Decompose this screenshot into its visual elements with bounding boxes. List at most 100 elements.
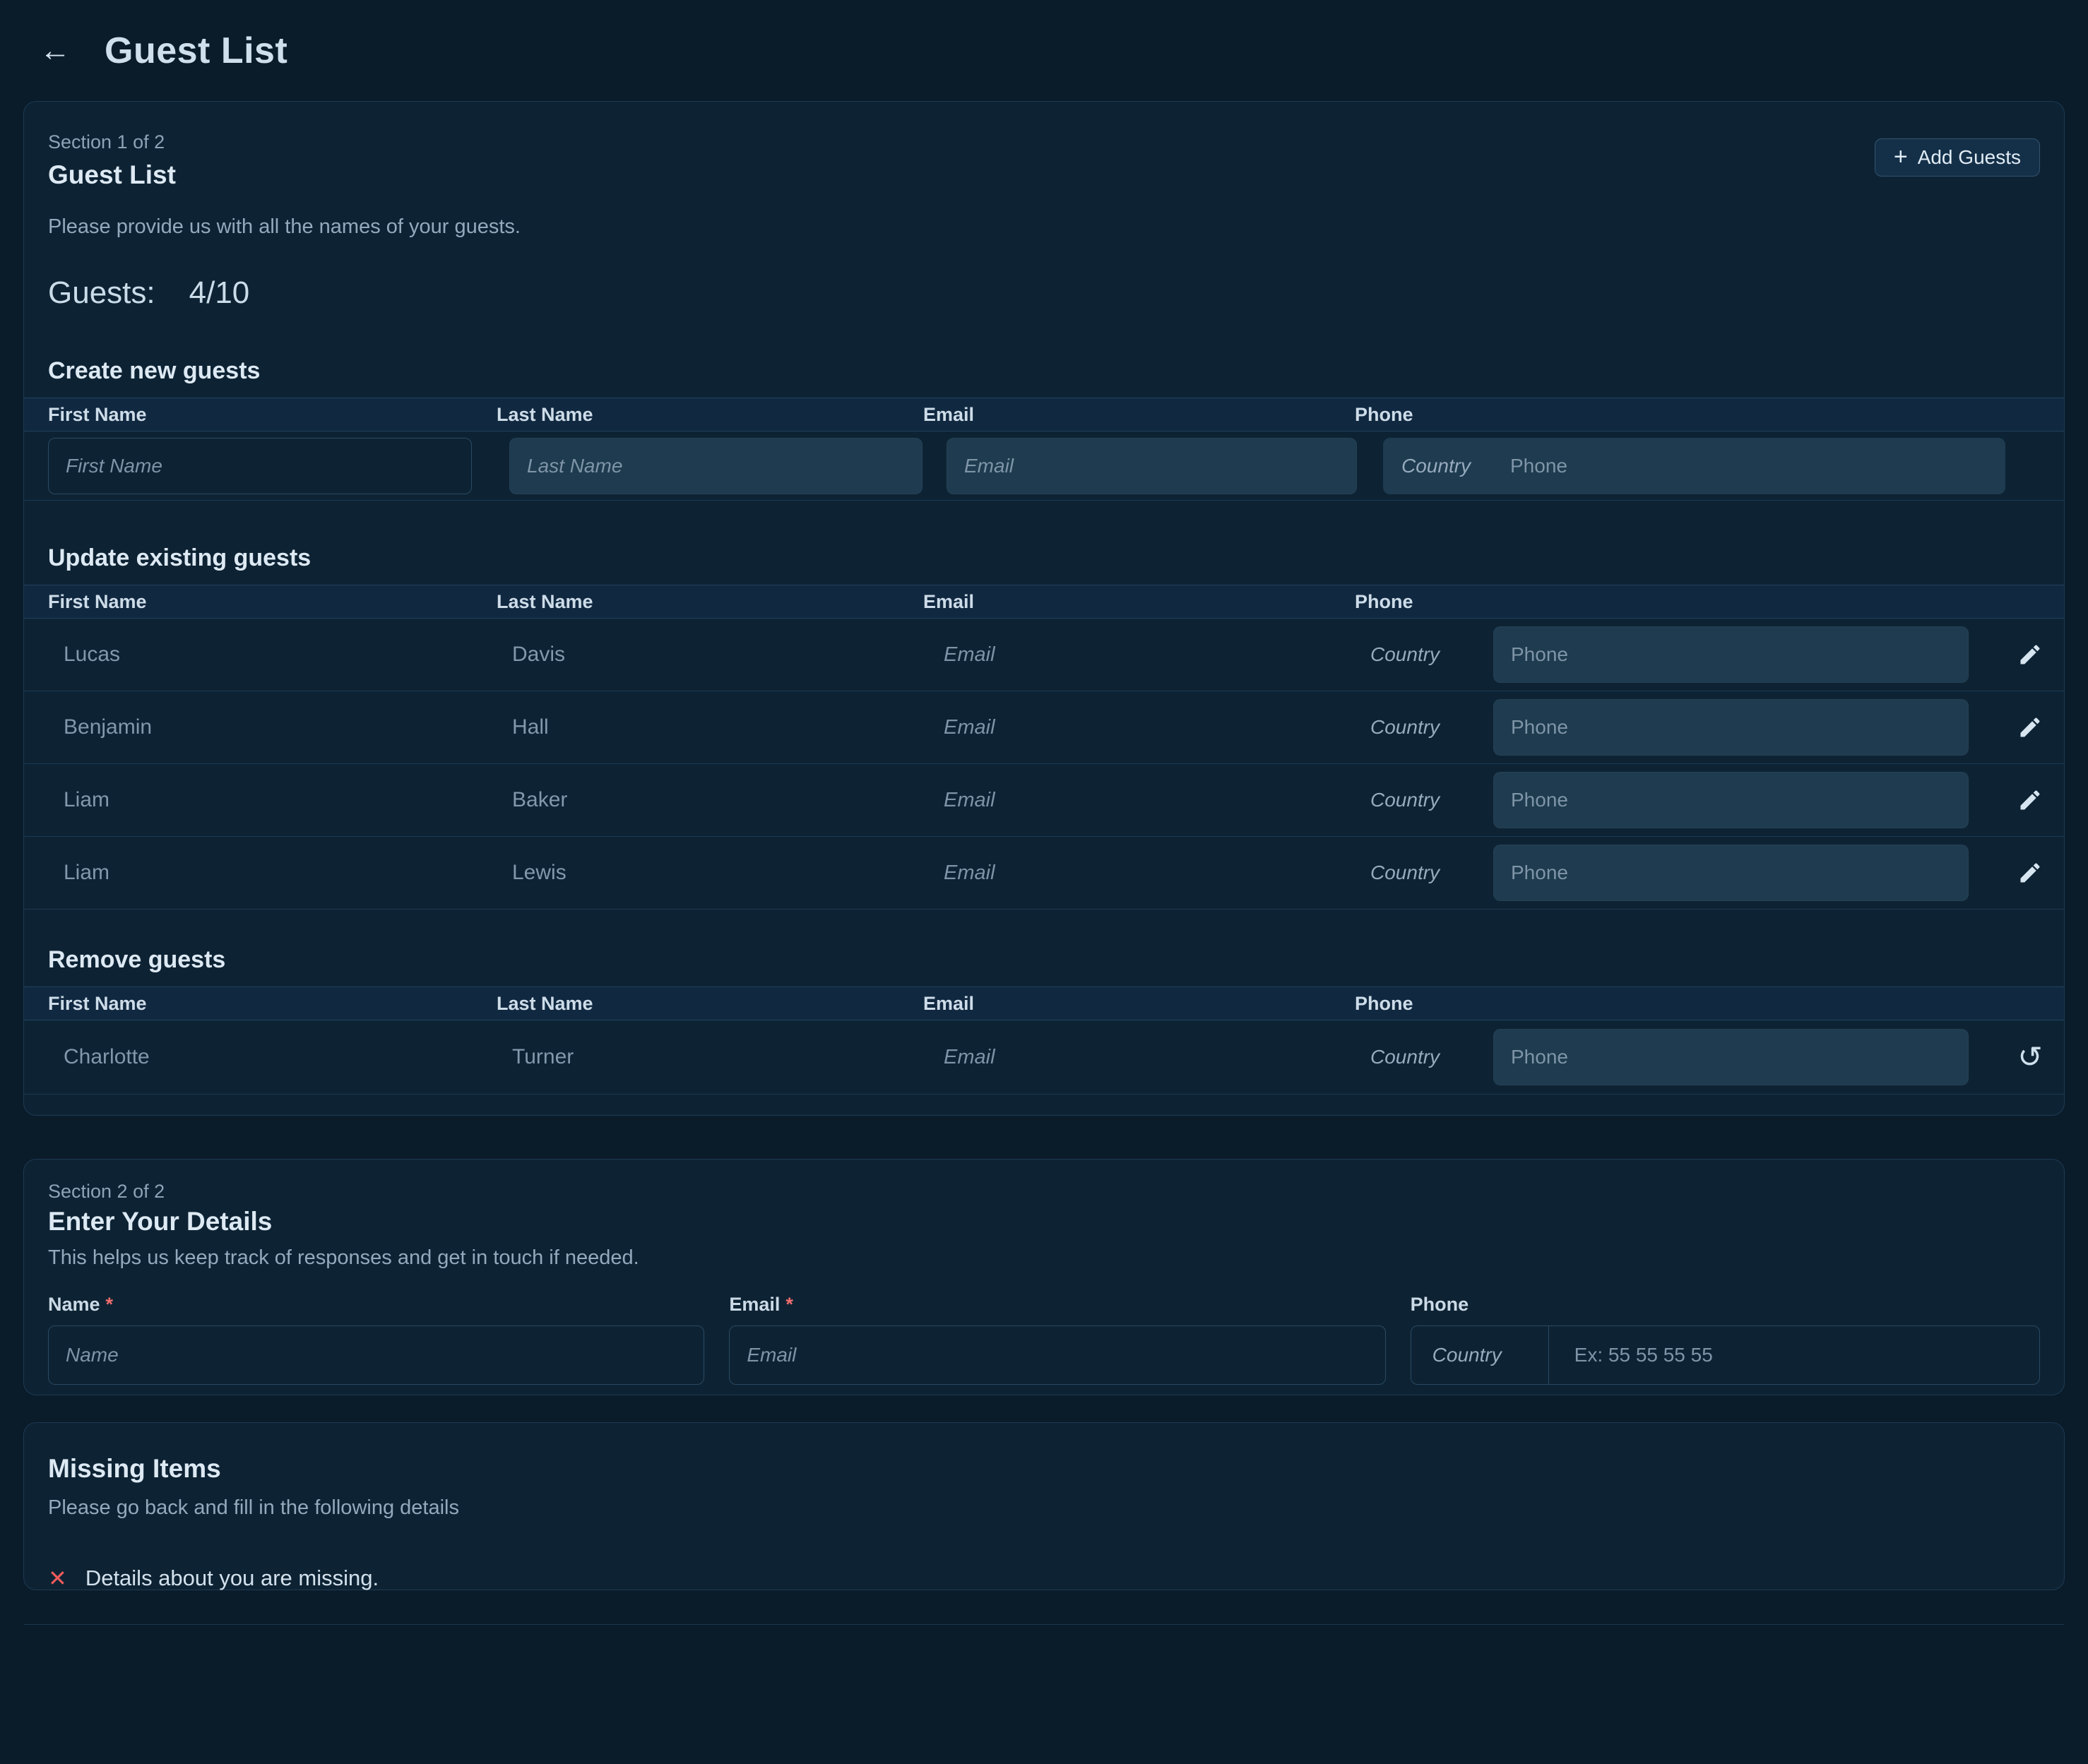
top-bar: ← Guest List	[0, 0, 2088, 72]
column-header-first-name: First Name	[24, 404, 497, 426]
edit-guest-button[interactable]	[2012, 782, 2048, 818]
error-x-icon: ✕	[48, 1565, 67, 1592]
your-email-input[interactable]	[729, 1325, 1385, 1385]
guests-label: Guests:	[48, 275, 155, 311]
update-guests-table: First Name Last Name Email Phone Lucas D…	[24, 585, 2064, 910]
required-marker: *	[785, 1294, 793, 1315]
arrow-left-icon: ←	[40, 33, 71, 68]
card-title: Guest List	[48, 160, 2040, 190]
name-label-text: Name	[48, 1294, 100, 1315]
country-select[interactable]: Country	[1355, 1046, 1493, 1068]
guest-first-name: Liam	[24, 788, 497, 812]
guest-phone-input[interactable]	[1493, 845, 1969, 901]
guests-count: 4/10	[189, 275, 250, 311]
column-header-last-name: Last Name	[497, 404, 923, 426]
restore-guest-button[interactable]: ↺	[2012, 1037, 2048, 1078]
back-button[interactable]: ←	[35, 31, 75, 71]
guest-email-placeholder: Email	[923, 716, 1355, 739]
undo-icon: ↺	[2017, 1042, 2042, 1072]
card-description: Please provide us with all the names of …	[48, 215, 2040, 239]
page-title: Guest List	[105, 30, 287, 72]
guest-email-placeholder: Email	[923, 643, 1355, 667]
section-indicator: Section 1 of 2	[48, 102, 2040, 153]
create-guests-table: First Name Last Name Email Phone Country	[24, 398, 2064, 501]
edit-guest-button[interactable]	[2012, 636, 2048, 673]
divider	[24, 1624, 2064, 1625]
missing-items-card: Missing Items Please go back and fill in…	[23, 1422, 2065, 1590]
column-header-first-name: First Name	[24, 993, 497, 1015]
create-guests-heading: Create new guests	[48, 357, 2040, 385]
column-header-email: Email	[923, 993, 1355, 1015]
your-phone-field: Country	[1411, 1325, 2040, 1385]
guest-row: Lucas Davis Email Country	[24, 619, 2064, 691]
guest-row: Liam Baker Email Country	[24, 764, 2064, 837]
guest-row: Liam Lewis Email Country	[24, 837, 2064, 910]
country-select[interactable]: Country	[1355, 862, 1493, 884]
guest-last-name: Turner	[497, 1045, 923, 1069]
column-header-phone: Phone	[1355, 404, 1995, 426]
column-header-first-name: First Name	[24, 591, 497, 613]
guest-first-name: Charlotte	[24, 1045, 497, 1069]
guest-row: Charlotte Turner Email Country ↺	[24, 1020, 2064, 1095]
guest-phone-input[interactable]	[1493, 772, 1969, 828]
section-indicator: Section 2 of 2	[48, 1160, 2040, 1203]
new-phone-input[interactable]	[1510, 438, 2005, 494]
table-header-row: First Name Last Name Email Phone	[24, 398, 2064, 431]
column-header-email: Email	[923, 404, 1355, 426]
email-label: Email*	[729, 1294, 1385, 1316]
guest-phone-input[interactable]	[1493, 699, 1969, 756]
guest-email-placeholder: Email	[923, 862, 1355, 885]
your-details-card: Section 2 of 2 Enter Your Details This h…	[23, 1159, 2065, 1395]
guest-first-name: Lucas	[24, 643, 497, 667]
column-header-last-name: Last Name	[497, 993, 923, 1015]
guest-email-placeholder: Email	[923, 789, 1355, 812]
missing-items-title: Missing Items	[48, 1423, 2040, 1484]
remove-guests-table: First Name Last Name Email Phone Charlot…	[24, 987, 2064, 1121]
required-marker: *	[106, 1294, 114, 1315]
pencil-icon	[2017, 860, 2043, 886]
guests-counter: Guests: 4/10	[48, 275, 2040, 311]
table-header-row: First Name Last Name Email Phone	[24, 987, 2064, 1020]
pencil-icon	[2017, 642, 2043, 667]
new-phone-field: Country	[1383, 438, 2005, 494]
card-description: This helps us keep track of responses an…	[48, 1246, 2040, 1270]
name-label: Name *	[48, 1294, 704, 1316]
guest-last-name: Lewis	[497, 861, 923, 885]
country-select[interactable]: Country	[1411, 1326, 1549, 1384]
new-first-name-input[interactable]	[48, 438, 472, 494]
edit-guest-button[interactable]	[2012, 709, 2048, 746]
add-guests-label: Add Guests	[1918, 146, 2021, 169]
guest-last-name: Baker	[497, 788, 923, 812]
guest-last-name: Davis	[497, 643, 923, 667]
phone-label: Phone	[1411, 1294, 2040, 1316]
email-label-text: Email	[729, 1294, 780, 1315]
card-title: Enter Your Details	[48, 1207, 2040, 1236]
column-header-phone: Phone	[1355, 591, 1995, 613]
country-select[interactable]: Country	[1355, 716, 1493, 739]
edit-guest-button[interactable]	[2012, 854, 2048, 891]
missing-item-text: Details about you are missing.	[85, 1566, 379, 1591]
country-select[interactable]: Country	[1383, 455, 1510, 477]
pencil-icon	[2017, 715, 2043, 740]
your-name-input[interactable]	[48, 1325, 704, 1385]
remove-guests-heading: Remove guests	[48, 946, 2040, 974]
guest-email-placeholder: Email	[923, 1046, 1355, 1069]
new-email-input[interactable]	[947, 438, 1357, 494]
missing-item: ✕ Details about you are missing.	[48, 1565, 2040, 1592]
new-last-name-input[interactable]	[509, 438, 923, 494]
country-select[interactable]: Country	[1355, 789, 1493, 811]
table-footer	[24, 1095, 2064, 1121]
add-guests-button[interactable]: + Add Guests	[1875, 138, 2040, 177]
guest-phone-input[interactable]	[1493, 1029, 1969, 1085]
missing-items-description: Please go back and fill in the following…	[48, 1496, 2040, 1520]
column-header-email: Email	[923, 591, 1355, 613]
country-select[interactable]: Country	[1355, 643, 1493, 666]
guest-last-name: Hall	[497, 715, 923, 739]
create-guest-row: Country	[24, 431, 2064, 501]
guest-phone-input[interactable]	[1493, 626, 1969, 683]
guest-list-card: Section 1 of 2 Guest List + Add Guests P…	[23, 101, 2065, 1116]
update-guests-heading: Update existing guests	[48, 544, 2040, 572]
table-header-row: First Name Last Name Email Phone	[24, 585, 2064, 619]
column-header-last-name: Last Name	[497, 591, 923, 613]
your-phone-input[interactable]	[1549, 1326, 2039, 1384]
